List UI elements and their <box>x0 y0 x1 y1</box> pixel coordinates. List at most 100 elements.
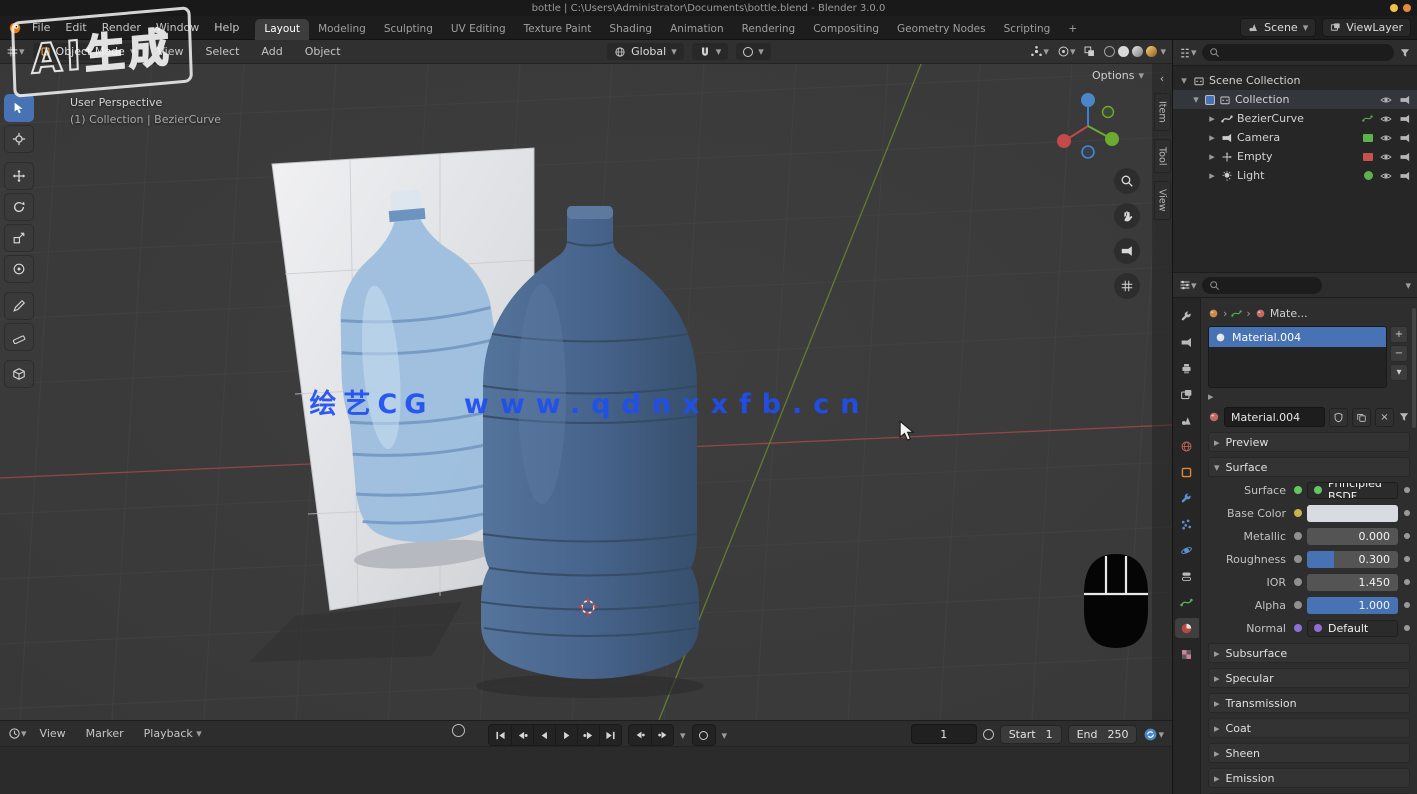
tool-select-box[interactable] <box>4 94 34 122</box>
viewport-menu-add[interactable]: Add <box>254 42 289 61</box>
keyframe-insert-icon[interactable] <box>983 729 994 740</box>
slot-expand-toggle[interactable]: ▸ <box>1208 390 1410 403</box>
outliner-row-empty[interactable]: ▸ Empty <box>1173 147 1417 166</box>
timeline-track-area[interactable] <box>0 746 1172 794</box>
panel-sheen[interactable]: ▸Sheen <box>1208 743 1410 763</box>
workspace-tab-rendering[interactable]: Rendering <box>733 19 805 40</box>
outliner-search[interactable] <box>1202 44 1394 61</box>
material-name-field[interactable]: Material.004 <box>1224 407 1325 427</box>
hide-viewport-eye-icon[interactable] <box>1380 170 1392 182</box>
show-overlays-toggle[interactable]: ▾ <box>1057 45 1076 58</box>
snap-toggle[interactable]: ▾ <box>692 43 729 60</box>
tool-transform[interactable] <box>4 255 34 283</box>
properties-options-dropdown[interactable]: ▾ <box>1405 279 1411 292</box>
sync-mode-toggle[interactable]: ▾ <box>1143 727 1164 742</box>
panel-specular[interactable]: ▸Specular <box>1208 668 1410 688</box>
surface-shader-button[interactable]: Principled BSDF <box>1307 482 1398 499</box>
frame-forward-button[interactable] <box>651 725 673 745</box>
outliner-row-camera[interactable]: ▸ Camera <box>1173 128 1417 147</box>
current-frame-field[interactable]: 1 <box>911 724 977 744</box>
hide-viewport-eye-icon[interactable] <box>1380 113 1392 125</box>
tool-rotate[interactable] <box>4 193 34 221</box>
tool-measure[interactable] <box>4 323 34 351</box>
fake-user-button[interactable] <box>1329 408 1348 427</box>
expander-icon[interactable]: ▸ <box>1207 131 1217 144</box>
editor-type-outliner-icon[interactable]: ▾ <box>1179 46 1197 59</box>
workspace-tab-geometry-nodes[interactable]: Geometry Nodes <box>888 19 995 40</box>
disable-render-camera-icon[interactable] <box>1399 132 1411 144</box>
outliner-row-scene-collection[interactable]: ▾ Scene Collection <box>1173 71 1417 90</box>
tab-object-data[interactable] <box>1175 592 1199 612</box>
panel-emission[interactable]: ▸Emission <box>1208 768 1410 788</box>
tool-cursor[interactable] <box>4 125 34 153</box>
shading-wireframe-button[interactable] <box>1104 46 1115 57</box>
tab-scene[interactable] <box>1175 410 1199 430</box>
shading-rendered-button[interactable] <box>1146 46 1157 57</box>
tab-object[interactable] <box>1175 462 1199 482</box>
perspective-toggle-control[interactable] <box>1114 273 1140 299</box>
properties-search[interactable] <box>1202 277 1322 294</box>
tool-move[interactable] <box>4 162 34 190</box>
camera-view-control[interactable] <box>1114 238 1140 264</box>
timeline-menu-playback[interactable]: Playback ▾ <box>137 724 209 743</box>
tab-view-layer[interactable] <box>1175 384 1199 404</box>
duplicate-material-button[interactable] <box>1352 408 1371 427</box>
xray-toggle[interactable] <box>1083 45 1096 58</box>
normal-input-button[interactable]: Default <box>1307 620 1398 637</box>
timeline-menu-view[interactable]: View <box>33 724 73 743</box>
options-dropdown[interactable]: Options▾ <box>1092 69 1144 82</box>
outliner-row-light[interactable]: ▸ Light <box>1173 166 1417 185</box>
editor-type-properties-icon[interactable]: ▾ <box>1179 279 1197 292</box>
workspace-tab-shading[interactable]: Shading <box>600 19 661 40</box>
tab-world[interactable] <box>1175 436 1199 456</box>
material-slot-list[interactable]: Material.004 <box>1208 326 1387 388</box>
menu-help[interactable]: Help <box>207 18 246 37</box>
unlink-material-button[interactable]: × <box>1375 408 1394 427</box>
shading-material-button[interactable] <box>1132 46 1143 57</box>
collection-checkbox[interactable] <box>1205 95 1215 105</box>
navigation-gizmo[interactable] <box>1050 88 1126 164</box>
workspace-tab-compositing[interactable]: Compositing <box>804 19 888 40</box>
disable-render-camera-icon[interactable] <box>1399 170 1411 182</box>
play-reverse-button[interactable] <box>533 725 555 745</box>
disable-render-camera-icon[interactable] <box>1399 113 1411 125</box>
slot-specials-button[interactable]: ▾ <box>1390 364 1408 381</box>
outliner-row-collection[interactable]: ▾ Collection <box>1173 90 1417 109</box>
outliner-row-beziercurve[interactable]: ▸ BezierCurve <box>1173 109 1417 128</box>
panel-preview[interactable]: ▸Preview <box>1208 432 1410 452</box>
editor-type-timeline-icon[interactable]: ▾ <box>8 727 27 740</box>
sidebar-open-arrow[interactable]: ‹ <box>1160 72 1164 85</box>
metallic-slider[interactable]: 0.000 <box>1307 528 1398 545</box>
tool-add-primitive[interactable] <box>4 360 34 388</box>
hide-viewport-eye-icon[interactable] <box>1380 94 1392 106</box>
tab-particles[interactable] <box>1175 514 1199 534</box>
remove-slot-button[interactable]: − <box>1390 345 1408 362</box>
disable-render-camera-icon[interactable] <box>1399 94 1411 106</box>
tab-modifiers[interactable] <box>1175 488 1199 508</box>
panel-transmission[interactable]: ▸Transmission <box>1208 693 1410 713</box>
hide-viewport-eye-icon[interactable] <box>1380 151 1392 163</box>
pan-control[interactable] <box>1114 203 1140 229</box>
viewport-menu-object[interactable]: Object <box>298 42 348 61</box>
base-color-swatch[interactable] <box>1307 505 1398 522</box>
add-workspace-button[interactable]: + <box>1059 19 1086 40</box>
frame-back-button[interactable] <box>629 725 651 745</box>
workspace-tab-animation[interactable]: Animation <box>661 19 733 40</box>
sidebar-tab-tool[interactable]: Tool <box>1154 139 1171 173</box>
tab-physics[interactable] <box>1175 540 1199 560</box>
frame-jump-dropdown[interactable]: ▾ <box>680 729 686 742</box>
tab-texture[interactable] <box>1175 644 1199 664</box>
workspace-tab-scripting[interactable]: Scripting <box>995 19 1060 40</box>
alpha-slider[interactable]: 1.000 <box>1307 597 1398 614</box>
expander-icon[interactable]: ▾ <box>1179 74 1189 87</box>
viewlayer-selector[interactable]: ViewLayer <box>1322 18 1411 37</box>
play-button[interactable] <box>555 725 577 745</box>
add-slot-button[interactable]: + <box>1390 326 1408 343</box>
scene-selector[interactable]: Scene ▾ <box>1240 18 1316 37</box>
viewport-menu-select[interactable]: Select <box>198 42 246 61</box>
disable-render-camera-icon[interactable] <box>1399 151 1411 163</box>
hide-viewport-eye-icon[interactable] <box>1380 132 1392 144</box>
panel-surface[interactable]: ▾Surface <box>1208 457 1410 477</box>
transform-orientation-dropdown[interactable]: Global ▾ <box>607 43 684 60</box>
tool-annotate[interactable] <box>4 292 34 320</box>
